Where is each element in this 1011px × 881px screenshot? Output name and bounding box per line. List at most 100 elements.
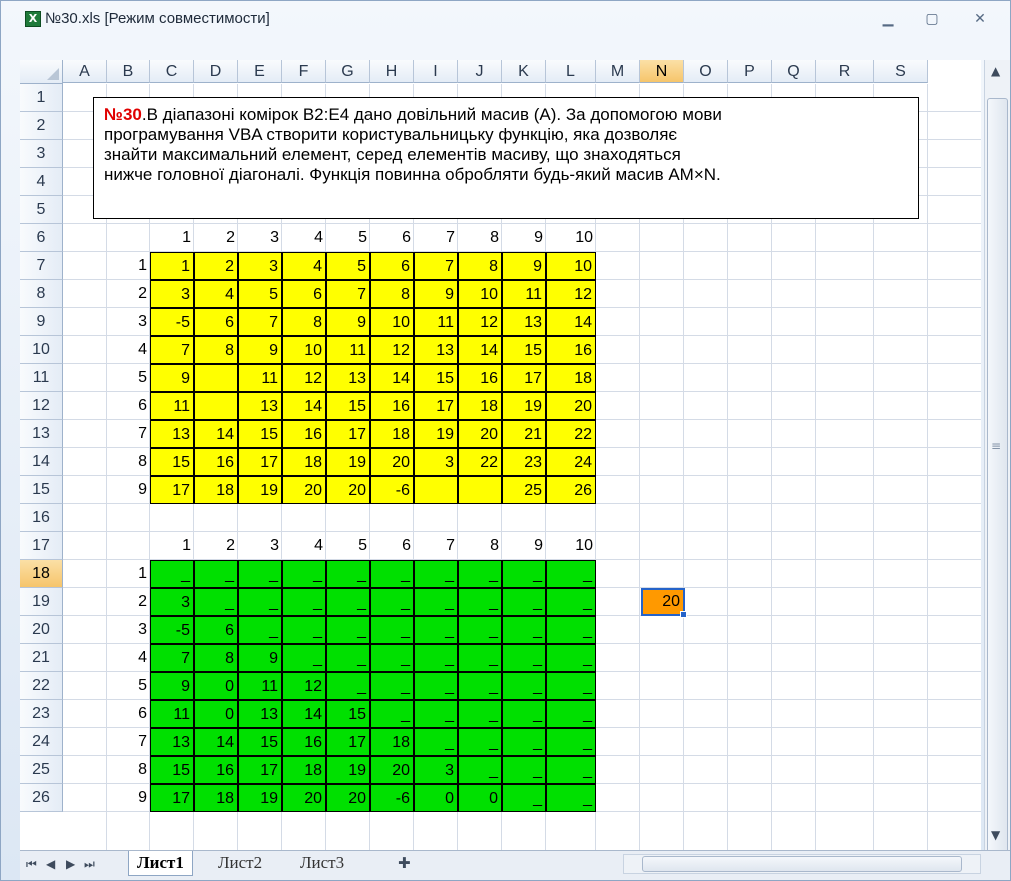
table1-cell[interactable]: 18 [458,392,502,420]
table2-cell[interactable]: _ [370,644,414,672]
table2-cell[interactable]: 20 [282,784,326,812]
table1-cell[interactable]: 26 [546,476,596,504]
column-header[interactable]: Q [772,60,816,83]
table2-cell[interactable]: _ [414,672,458,700]
row-header[interactable]: 10 [20,336,63,364]
table1-cell[interactable]: 15 [150,448,194,476]
column-header[interactable]: C [150,60,194,83]
table2-cell[interactable]: 15 [326,700,370,728]
table2-cell[interactable]: 17 [238,756,282,784]
table1-cell[interactable]: 12 [546,280,596,308]
insert-sheet-icon[interactable]: ✚ [398,854,411,872]
table2-cell[interactable]: 7 [150,644,194,672]
table1-cell[interactable]: 17 [502,364,546,392]
table2-cell[interactable]: 3 [150,588,194,616]
table1-cell[interactable]: 11 [502,280,546,308]
table2-row-header[interactable]: 2 [107,588,150,616]
column-header[interactable]: K [502,60,546,83]
table2-col-header[interactable]: 10 [546,532,596,560]
table2-cell[interactable]: _ [458,728,502,756]
table1-cell[interactable]: 9 [238,336,282,364]
table2-cell[interactable]: _ [502,756,546,784]
table1-cell[interactable]: 17 [326,420,370,448]
row-header[interactable]: 25 [20,756,63,784]
table2-cell[interactable]: _ [194,560,238,588]
row-header[interactable]: 26 [20,784,63,812]
table1-cell[interactable]: 3 [414,448,458,476]
table2-cell[interactable]: 9 [238,644,282,672]
column-header[interactable]: M [596,60,640,83]
table2-cell[interactable]: _ [414,588,458,616]
table2-cell[interactable]: 0 [194,700,238,728]
table2-cell[interactable]: 3 [414,756,458,784]
table1-cell[interactable]: -6 [370,476,414,504]
table2-col-header[interactable]: 5 [326,532,370,560]
table1-cell[interactable] [458,476,502,504]
table1-row-header[interactable]: 4 [107,336,150,364]
table1-cell[interactable]: 11 [414,308,458,336]
row-header[interactable]: 6 [20,224,63,252]
table1-cell[interactable]: 22 [546,420,596,448]
table2-row-header[interactable]: 3 [107,616,150,644]
first-sheet-icon[interactable]: ⏮ [26,857,37,872]
table2-cell[interactable]: _ [282,588,326,616]
table2-col-header[interactable]: 2 [194,532,238,560]
table2-cell[interactable]: _ [546,588,596,616]
table1-cell[interactable]: 17 [414,392,458,420]
table1-cell[interactable]: 19 [238,476,282,504]
row-header[interactable]: 16 [20,504,63,532]
table2-cell[interactable]: _ [546,644,596,672]
row-header[interactable]: 19 [20,588,63,616]
table2-col-header[interactable]: 9 [502,532,546,560]
table1-cell[interactable]: 17 [150,476,194,504]
table2-cell[interactable]: 0 [194,672,238,700]
table1-cell[interactable]: 16 [370,392,414,420]
table2-cell[interactable]: _ [458,756,502,784]
column-header[interactable]: L [546,60,596,83]
table1-cell[interactable]: 15 [502,336,546,364]
table1-cell[interactable]: 20 [458,420,502,448]
table2-cell[interactable]: _ [546,784,596,812]
table2-cell[interactable]: 0 [414,784,458,812]
table1-cell[interactable]: 13 [414,336,458,364]
table2-cell[interactable]: _ [502,616,546,644]
table1-row-header[interactable]: 2 [107,280,150,308]
table2-cell[interactable]: 18 [370,728,414,756]
tab-list2[interactable]: Лист2 [210,851,270,875]
table2-cell[interactable]: _ [326,616,370,644]
table2-cell[interactable]: _ [458,616,502,644]
table1-cell[interactable]: 8 [370,280,414,308]
row-header[interactable]: 12 [20,392,63,420]
table1-cell[interactable]: 20 [370,448,414,476]
vertical-scrollbar[interactable]: ▲ ≡ ▼ [984,60,1010,853]
table1-cell[interactable]: 16 [458,364,502,392]
table1-cell[interactable]: 19 [326,448,370,476]
table1-cell[interactable]: 12 [458,308,502,336]
table2-cell[interactable]: 17 [150,784,194,812]
table1-cell[interactable]: 16 [546,336,596,364]
table2-cell[interactable]: _ [546,728,596,756]
table1-cell[interactable]: 24 [546,448,596,476]
table2-cell[interactable]: _ [502,784,546,812]
table1-cell[interactable]: 9 [414,280,458,308]
table1-cell[interactable]: 7 [326,280,370,308]
table1-col-header[interactable]: 10 [546,224,596,252]
table2-cell[interactable]: 14 [282,700,326,728]
table1-cell[interactable]: 13 [326,364,370,392]
table2-cell[interactable]: _ [282,616,326,644]
table2-cell[interactable]: 13 [238,700,282,728]
table2-cell[interactable]: _ [546,756,596,784]
table1-cell[interactable]: 18 [370,420,414,448]
row-header[interactable]: 13 [20,420,63,448]
table1-cell[interactable]: 20 [282,476,326,504]
table2-cell[interactable]: 16 [194,756,238,784]
table2-cell[interactable]: _ [326,672,370,700]
column-header[interactable]: D [194,60,238,83]
table1-cell[interactable]: -5 [150,308,194,336]
row-header[interactable]: 22 [20,672,63,700]
table2-cell[interactable]: _ [502,728,546,756]
table2-cell[interactable]: _ [150,560,194,588]
table1-cell[interactable]: 11 [238,364,282,392]
table1-row-header[interactable]: 9 [107,476,150,504]
table1-cell[interactable]: 16 [282,420,326,448]
